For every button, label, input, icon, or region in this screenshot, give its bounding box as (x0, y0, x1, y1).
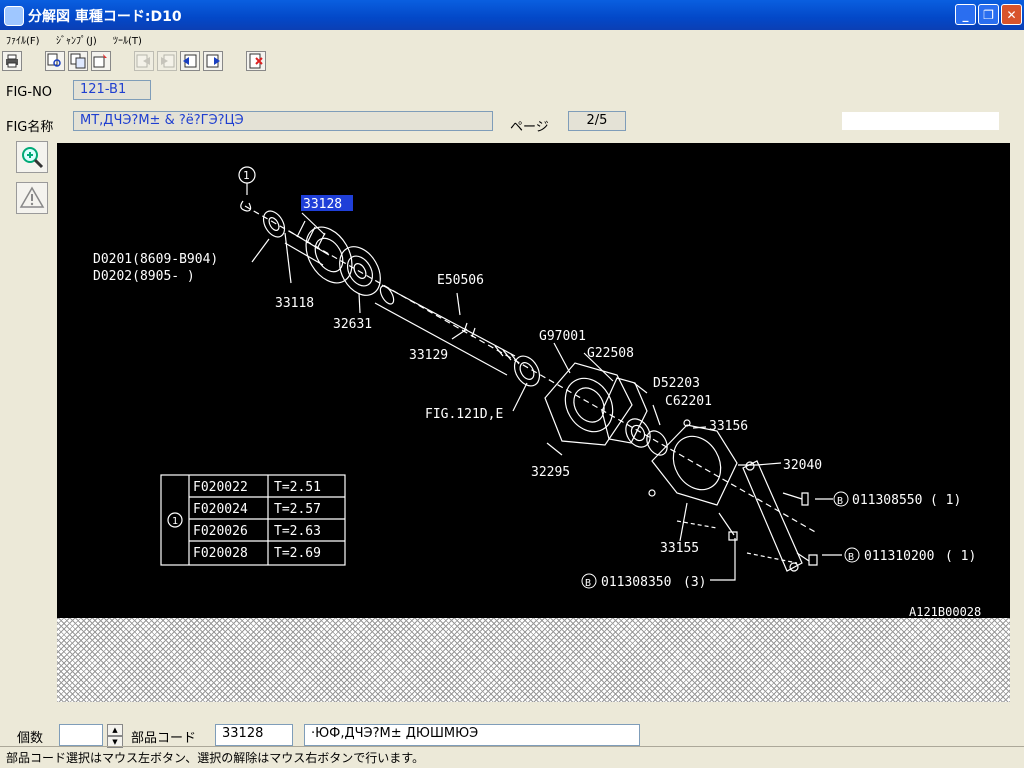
empty-area (57, 618, 1010, 702)
page-label: ページ (510, 120, 549, 135)
part-c62201[interactable]: C62201 (665, 394, 712, 409)
prev-page-icon[interactable] (134, 51, 154, 71)
part-33128[interactable]: 33128 (303, 197, 342, 212)
window-title: 分解図 車種コード:D10 (28, 9, 182, 25)
menu-tools[interactable]: ﾂｰﾙ(T) (113, 32, 142, 47)
exit-icon[interactable] (246, 51, 266, 71)
bolt-badge-3-text: B (585, 578, 591, 589)
part-33155[interactable]: 33155 (660, 541, 699, 556)
menu-file[interactable]: ﾌｧｲﾙ(F) (6, 32, 40, 47)
status-bar: 部品コード選択はマウス左ボタン、選択の解除はマウス右ボタンで行います。 (0, 746, 1024, 767)
zoom-in-icon (22, 147, 44, 169)
part-code-label: 部品コード (131, 731, 197, 746)
table-circle-label: 1 (172, 516, 178, 527)
bolt-code-2[interactable]: 011310200 (864, 549, 934, 564)
table-row-4-value: T=2.69 (274, 546, 321, 561)
part-code-field: 33128 (215, 724, 293, 746)
status-text: 部品コード選択はマウス左ボタン、選択の解除はマウス右ボタンで行います。 (6, 751, 425, 765)
table-row-2-value: T=2.57 (274, 502, 321, 517)
next-page-icon[interactable] (157, 51, 177, 71)
note-d0202: D0202(8905- ) (93, 269, 195, 284)
fig-name-label: FIG名称 (6, 120, 54, 135)
part-33129[interactable]: 33129 (409, 348, 448, 363)
part-32040[interactable]: 32040 (783, 458, 822, 473)
app-icon[interactable] (4, 6, 24, 26)
part-33118[interactable]: 33118 (275, 296, 314, 311)
zoom-in-button[interactable] (16, 141, 48, 173)
part-name-field: ·ЮФ,ДЧЭ?М± ДЮШМЮЭ (304, 724, 640, 746)
part-d52203[interactable]: D52203 (653, 376, 700, 391)
select-icon[interactable] (91, 51, 111, 71)
circle-1-top-label: 1 (243, 169, 250, 182)
table-row-3-value: T=2.63 (274, 524, 321, 539)
bolt-qty-1: ( 1) (930, 493, 961, 508)
qty-spinner[interactable]: ▲ ▼ (107, 724, 123, 748)
qty-label: 個数 (17, 731, 44, 746)
part-fig121de[interactable]: FIG.121D,E (425, 407, 503, 422)
page-indicator: 2/5 (568, 111, 626, 131)
minimize-button[interactable]: _ (955, 4, 976, 25)
printer-icon[interactable] (2, 51, 22, 71)
part-32631[interactable]: 32631 (333, 317, 372, 332)
parts-diagram: 1 33128 D0201(8609-B904) D0202(8905- ) 3… (93, 166, 981, 619)
diagram-ref-id: A121B00028 (909, 605, 981, 618)
blank-panel (842, 112, 999, 130)
search-icon[interactable] (45, 51, 65, 71)
fig-name-field: MT,ДЧЭ?М± & ?ё?ГЭ?ЦЭ (73, 111, 493, 131)
spin-up-icon[interactable]: ▲ (107, 724, 123, 736)
fig-no-field: 121-B1 (73, 80, 151, 100)
warning-button[interactable] (16, 182, 48, 214)
close-button[interactable]: ✕ (1001, 4, 1022, 25)
table-row-2-part[interactable]: F020024 (193, 502, 248, 517)
note-d0201: D0201(8609-B904) (93, 252, 218, 267)
warning-icon (19, 186, 45, 208)
qty-input[interactable] (59, 724, 103, 746)
title-bar: 分解図 車種コード:D10 _ ❐ ✕ (0, 0, 1024, 30)
bolt-code-3[interactable]: 011308350 (601, 575, 671, 590)
bolt-badge-2-text: B (848, 552, 854, 563)
copy-icon[interactable] (68, 51, 88, 71)
menu-jump[interactable]: ｼﾞｬﾝﾌﾟ(J) (56, 32, 97, 47)
table-row-3-part[interactable]: F020026 (193, 524, 248, 539)
restore-button[interactable]: ❐ (978, 4, 999, 25)
table-row-1-value: T=2.51 (274, 480, 321, 495)
part-g22508[interactable]: G22508 (587, 346, 634, 361)
part-33156[interactable]: 33156 (709, 419, 748, 434)
toolbar (0, 47, 1024, 75)
menu-bar: ﾌｧｲﾙ(F) ｼﾞｬﾝﾌﾟ(J) ﾂｰﾙ(T) (0, 30, 1024, 47)
bolt-qty-2: ( 1) (945, 549, 976, 564)
bolt-badge-1-text: B (837, 496, 843, 507)
forward-icon[interactable] (203, 51, 223, 71)
bolt-qty-3: (3) (683, 575, 706, 590)
part-g97001[interactable]: G97001 (539, 329, 586, 344)
back-icon[interactable] (180, 51, 200, 71)
part-e50506[interactable]: E50506 (437, 273, 484, 288)
table-row-1-part[interactable]: F020022 (193, 480, 248, 495)
part-32295[interactable]: 32295 (531, 465, 570, 480)
bolt-code-1[interactable]: 011308550 (852, 493, 922, 508)
fig-no-label: FIG-NO (6, 85, 53, 100)
diagram-canvas[interactable]: 1 33128 D0201(8609-B904) D0202(8905- ) 3… (57, 143, 1010, 619)
table-row-4-part[interactable]: F020028 (193, 546, 248, 561)
